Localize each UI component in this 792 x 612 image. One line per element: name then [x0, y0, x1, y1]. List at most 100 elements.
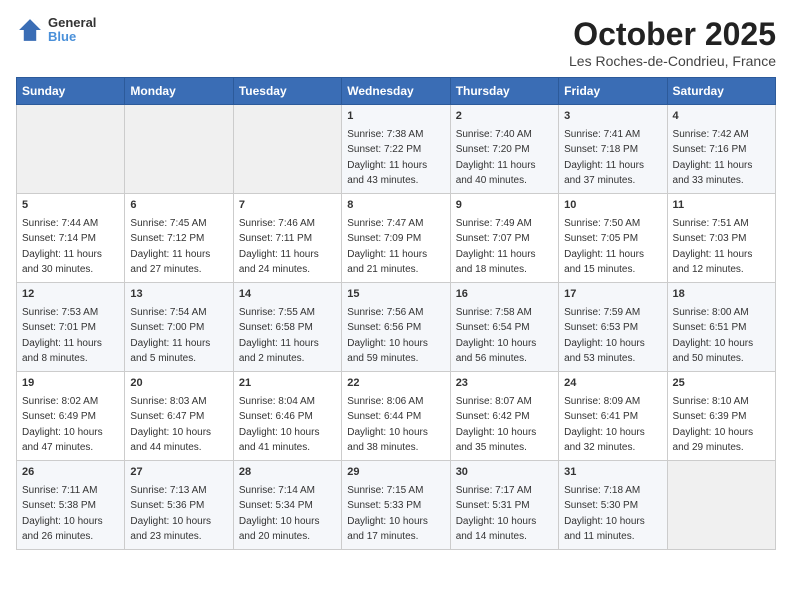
- day-info: Sunrise: 7:53 AM Sunset: 7:01 PM Dayligh…: [22, 307, 102, 365]
- day-cell: 3Sunrise: 7:41 AM Sunset: 7:18 PM Daylig…: [559, 105, 667, 194]
- day-number: 2: [456, 109, 553, 125]
- day-cell: [125, 105, 233, 194]
- page-header: General Blue October 2025 Les Roches-de-…: [16, 16, 776, 69]
- day-number: 8: [347, 198, 444, 214]
- day-info: Sunrise: 7:59 AM Sunset: 6:53 PM Dayligh…: [564, 307, 645, 365]
- day-info: Sunrise: 7:44 AM Sunset: 7:14 PM Dayligh…: [22, 218, 102, 276]
- day-number: 3: [564, 109, 661, 125]
- day-number: 7: [239, 198, 336, 214]
- day-number: 14: [239, 287, 336, 303]
- days-header-row: SundayMondayTuesdayWednesdayThursdayFrid…: [17, 78, 776, 105]
- day-number: 10: [564, 198, 661, 214]
- day-number: 6: [130, 198, 227, 214]
- day-info: Sunrise: 7:11 AM Sunset: 5:38 PM Dayligh…: [22, 485, 103, 543]
- day-info: Sunrise: 8:07 AM Sunset: 6:42 PM Dayligh…: [456, 396, 537, 454]
- day-number: 29: [347, 465, 444, 481]
- week-row-3: 12 Sunrise: 7:53 AM Sunset: 7:01 PM Dayli…: [17, 282, 776, 371]
- location: Les Roches-de-Condrieu, France: [569, 53, 776, 69]
- day-info: Sunrise: 8:10 AM Sunset: 6:39 PM Dayligh…: [673, 396, 754, 454]
- day-cell: 7 Sunrise: 7:46 AM Sunset: 7:11 PM Daylig…: [233, 193, 341, 282]
- day-info: Sunrise: 7:51 AM Sunset: 7:03 PM Dayligh…: [673, 218, 753, 276]
- day-info: Sunrise: 7:47 AM Sunset: 7:09 PM Dayligh…: [347, 218, 427, 276]
- day-info: Sunrise: 7:18 AM Sunset: 5:30 PM Dayligh…: [564, 485, 645, 543]
- day-number: 19: [22, 376, 119, 392]
- day-cell: 8 Sunrise: 7:47 AM Sunset: 7:09 PM Daylig…: [342, 193, 450, 282]
- day-cell: 18 Sunrise: 8:00 AM Sunset: 6:51 PM Dayli…: [667, 282, 775, 371]
- day-cell: 16Sunrise: 7:58 AM Sunset: 6:54 PM Dayli…: [450, 282, 558, 371]
- day-number: 30: [456, 465, 553, 481]
- day-info: Sunrise: 8:00 AM Sunset: 6:51 PM Dayligh…: [673, 307, 754, 365]
- week-row-2: 5 Sunrise: 7:44 AM Sunset: 7:14 PM Daylig…: [17, 193, 776, 282]
- day-cell: 6Sunrise: 7:45 AM Sunset: 7:12 PM Daylig…: [125, 193, 233, 282]
- day-info: Sunrise: 7:15 AM Sunset: 5:33 PM Dayligh…: [347, 485, 428, 543]
- day-number: 24: [564, 376, 661, 392]
- month-title: October 2025: [569, 16, 776, 53]
- day-header-sunday: Sunday: [17, 78, 125, 105]
- day-info: Sunrise: 8:04 AM Sunset: 6:46 PM Dayligh…: [239, 396, 320, 454]
- day-number: 25: [673, 376, 770, 392]
- day-info: Sunrise: 7:40 AM Sunset: 7:20 PM Dayligh…: [456, 129, 536, 187]
- day-info: Sunrise: 7:50 AM Sunset: 7:05 PM Dayligh…: [564, 218, 644, 276]
- day-cell: 26 Sunrise: 7:11 AM Sunset: 5:38 PM Dayli…: [17, 460, 125, 549]
- day-header-thursday: Thursday: [450, 78, 558, 105]
- day-number: 26: [22, 465, 119, 481]
- title-block: October 2025 Les Roches-de-Condrieu, Fra…: [569, 16, 776, 69]
- day-header-tuesday: Tuesday: [233, 78, 341, 105]
- calendar-table: SundayMondayTuesdayWednesdayThursdayFrid…: [16, 77, 776, 550]
- day-cell: 30 Sunrise: 7:17 AM Sunset: 5:31 PM Dayli…: [450, 460, 558, 549]
- day-cell: 12 Sunrise: 7:53 AM Sunset: 7:01 PM Dayli…: [17, 282, 125, 371]
- day-number: 20: [130, 376, 227, 392]
- week-row-5: 26 Sunrise: 7:11 AM Sunset: 5:38 PM Dayli…: [17, 460, 776, 549]
- day-number: 27: [130, 465, 227, 481]
- logo-line1: General: [48, 16, 96, 30]
- day-cell: 22Sunrise: 8:06 AM Sunset: 6:44 PM Dayli…: [342, 371, 450, 460]
- day-number: 11: [673, 198, 770, 214]
- day-cell: 20 Sunrise: 8:03 AM Sunset: 6:47 PM Dayli…: [125, 371, 233, 460]
- day-info: Sunrise: 7:54 AM Sunset: 7:00 PM Dayligh…: [130, 307, 210, 365]
- day-header-wednesday: Wednesday: [342, 78, 450, 105]
- day-cell: 5 Sunrise: 7:44 AM Sunset: 7:14 PM Daylig…: [17, 193, 125, 282]
- day-info: Sunrise: 8:09 AM Sunset: 6:41 PM Dayligh…: [564, 396, 645, 454]
- day-number: 9: [456, 198, 553, 214]
- day-number: 12: [22, 287, 119, 303]
- day-info: Sunrise: 7:13 AM Sunset: 5:36 PM Dayligh…: [130, 485, 211, 543]
- day-cell: 11 Sunrise: 7:51 AM Sunset: 7:03 PM Dayli…: [667, 193, 775, 282]
- day-cell: 28 Sunrise: 7:14 AM Sunset: 5:34 PM Dayli…: [233, 460, 341, 549]
- day-info: Sunrise: 7:17 AM Sunset: 5:31 PM Dayligh…: [456, 485, 537, 543]
- day-header-saturday: Saturday: [667, 78, 775, 105]
- day-info: Sunrise: 8:03 AM Sunset: 6:47 PM Dayligh…: [130, 396, 211, 454]
- day-cell: 15 Sunrise: 7:56 AM Sunset: 6:56 PM Dayli…: [342, 282, 450, 371]
- day-cell: [17, 105, 125, 194]
- day-info: Sunrise: 7:46 AM Sunset: 7:11 PM Dayligh…: [239, 218, 319, 276]
- day-number: 31: [564, 465, 661, 481]
- day-number: 1: [347, 109, 444, 125]
- day-number: 28: [239, 465, 336, 481]
- day-cell: 17Sunrise: 7:59 AM Sunset: 6:53 PM Dayli…: [559, 282, 667, 371]
- day-info: Sunrise: 7:38 AM Sunset: 7:22 PM Dayligh…: [347, 129, 427, 187]
- week-row-4: 19Sunrise: 8:02 AM Sunset: 6:49 PM Dayli…: [17, 371, 776, 460]
- day-cell: 14 Sunrise: 7:55 AM Sunset: 6:58 PM Dayli…: [233, 282, 341, 371]
- week-row-1: 1 Sunrise: 7:38 AM Sunset: 7:22 PM Daylig…: [17, 105, 776, 194]
- day-cell: [233, 105, 341, 194]
- day-info: Sunrise: 7:42 AM Sunset: 7:16 PM Dayligh…: [673, 129, 753, 187]
- day-header-monday: Monday: [125, 78, 233, 105]
- day-number: 13: [130, 287, 227, 303]
- day-cell: 27 Sunrise: 7:13 AM Sunset: 5:36 PM Dayli…: [125, 460, 233, 549]
- day-header-friday: Friday: [559, 78, 667, 105]
- day-number: 18: [673, 287, 770, 303]
- day-info: Sunrise: 7:56 AM Sunset: 6:56 PM Dayligh…: [347, 307, 428, 365]
- day-info: Sunrise: 7:55 AM Sunset: 6:58 PM Dayligh…: [239, 307, 319, 365]
- day-number: 22: [347, 376, 444, 392]
- day-info: Sunrise: 7:49 AM Sunset: 7:07 PM Dayligh…: [456, 218, 536, 276]
- logo: General Blue: [16, 16, 96, 45]
- day-info: Sunrise: 7:14 AM Sunset: 5:34 PM Dayligh…: [239, 485, 320, 543]
- day-number: 5: [22, 198, 119, 214]
- day-number: 23: [456, 376, 553, 392]
- day-cell: 10 Sunrise: 7:50 AM Sunset: 7:05 PM Dayli…: [559, 193, 667, 282]
- day-cell: 21 Sunrise: 8:04 AM Sunset: 6:46 PM Dayli…: [233, 371, 341, 460]
- day-number: 21: [239, 376, 336, 392]
- day-cell: [667, 460, 775, 549]
- day-number: 15: [347, 287, 444, 303]
- day-cell: 31 Sunrise: 7:18 AM Sunset: 5:30 PM Dayli…: [559, 460, 667, 549]
- day-cell: 24 Sunrise: 8:09 AM Sunset: 6:41 PM Dayli…: [559, 371, 667, 460]
